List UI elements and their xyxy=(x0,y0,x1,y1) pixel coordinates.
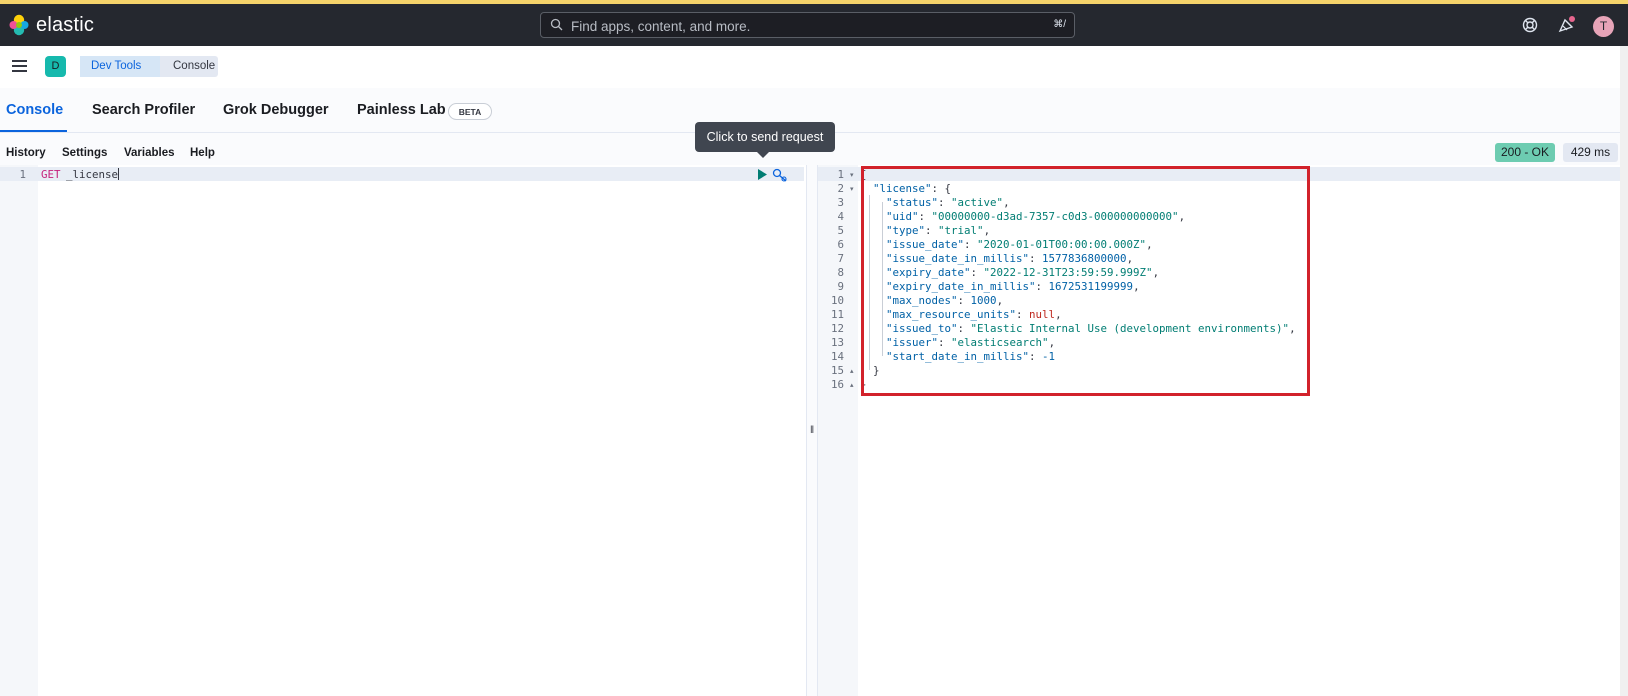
resizer-grip-icon: ‖ xyxy=(810,425,815,436)
breadcrumb-dev-tools[interactable]: Dev Tools xyxy=(80,56,167,77)
response-line-number: 2 xyxy=(837,182,844,195)
request-path[interactable]: _license xyxy=(66,168,118,181)
send-request-tooltip: Click to send request xyxy=(695,122,835,158)
global-search[interactable]: ⌘/ xyxy=(540,12,1075,39)
response-line-number: 9 xyxy=(837,280,844,293)
request-method[interactable]: GET xyxy=(41,168,61,181)
news-feed-icon[interactable] xyxy=(1557,16,1575,34)
response-line-number: 5 xyxy=(837,224,844,237)
space-avatar[interactable]: D xyxy=(45,56,66,77)
search-shortcut-hint: ⌘/ xyxy=(1053,19,1066,30)
request-time-badge: 429 ms xyxy=(1563,143,1618,162)
variables-link[interactable]: Variables xyxy=(124,147,175,159)
response-line-number: 15 xyxy=(830,364,844,377)
active-tab-indicator xyxy=(0,130,67,132)
history-link[interactable]: History xyxy=(6,147,46,159)
request-gutter xyxy=(0,165,38,696)
fold-toggle-icon[interactable]: ▾ xyxy=(850,171,854,179)
fold-toggle-icon[interactable]: ▴ xyxy=(850,381,854,389)
hamburger-menu-icon[interactable] xyxy=(12,60,27,72)
response-line-number: 1 xyxy=(837,168,844,181)
help-icon[interactable] xyxy=(1521,16,1539,34)
settings-link[interactable]: Settings xyxy=(62,147,107,159)
panel-resizer[interactable]: ‖ xyxy=(806,165,818,696)
response-line-number: 14 xyxy=(830,350,844,363)
logo-text: elastic xyxy=(36,13,95,36)
elastic-logo[interactable]: elastic xyxy=(8,13,94,37)
top-header: elastic ⌘/ T xyxy=(0,4,1628,46)
response-line-number: 12 xyxy=(830,322,844,335)
breadcrumb-console: Console xyxy=(160,56,218,77)
tab-search-profiler[interactable]: Search Profiler xyxy=(92,102,195,118)
page-scrollbar[interactable] xyxy=(1620,46,1628,696)
avatar[interactable]: T xyxy=(1593,16,1614,37)
response-line-number: 11 xyxy=(830,308,844,321)
fold-toggle-icon[interactable]: ▴ xyxy=(850,367,854,375)
help-link[interactable]: Help xyxy=(190,147,215,159)
active-line-highlight xyxy=(0,167,804,181)
request-editor[interactable] xyxy=(0,165,806,696)
tab-painless-lab[interactable]: Painless Lab xyxy=(357,102,446,118)
search-input[interactable] xyxy=(569,13,1013,39)
wrench-icon[interactable] xyxy=(772,168,788,182)
breadcrumb-bar: D Dev Tools Console xyxy=(0,46,1628,89)
send-request-play-icon[interactable] xyxy=(757,169,768,180)
tab-grok-debugger[interactable]: Grok Debugger xyxy=(223,102,329,118)
beta-badge: BETA xyxy=(448,103,492,120)
elastic-logo-icon xyxy=(9,14,29,36)
search-icon xyxy=(550,18,563,31)
request-line-number: 1 xyxy=(19,168,26,181)
response-line-number: 4 xyxy=(837,210,844,223)
response-line-number: 10 xyxy=(830,294,844,307)
response-line-number: 6 xyxy=(837,238,844,251)
response-highlight-box xyxy=(861,166,1310,396)
response-line-number: 7 xyxy=(837,252,844,265)
response-line-number: 13 xyxy=(830,336,844,349)
status-badge: 200 - OK xyxy=(1495,143,1555,162)
response-line-number: 3 xyxy=(837,196,844,209)
tab-console[interactable]: Console xyxy=(6,102,63,118)
text-cursor xyxy=(118,168,119,180)
response-line-number: 16 xyxy=(830,378,844,391)
fold-toggle-icon[interactable]: ▾ xyxy=(850,185,854,193)
response-line-number: 8 xyxy=(837,266,844,279)
